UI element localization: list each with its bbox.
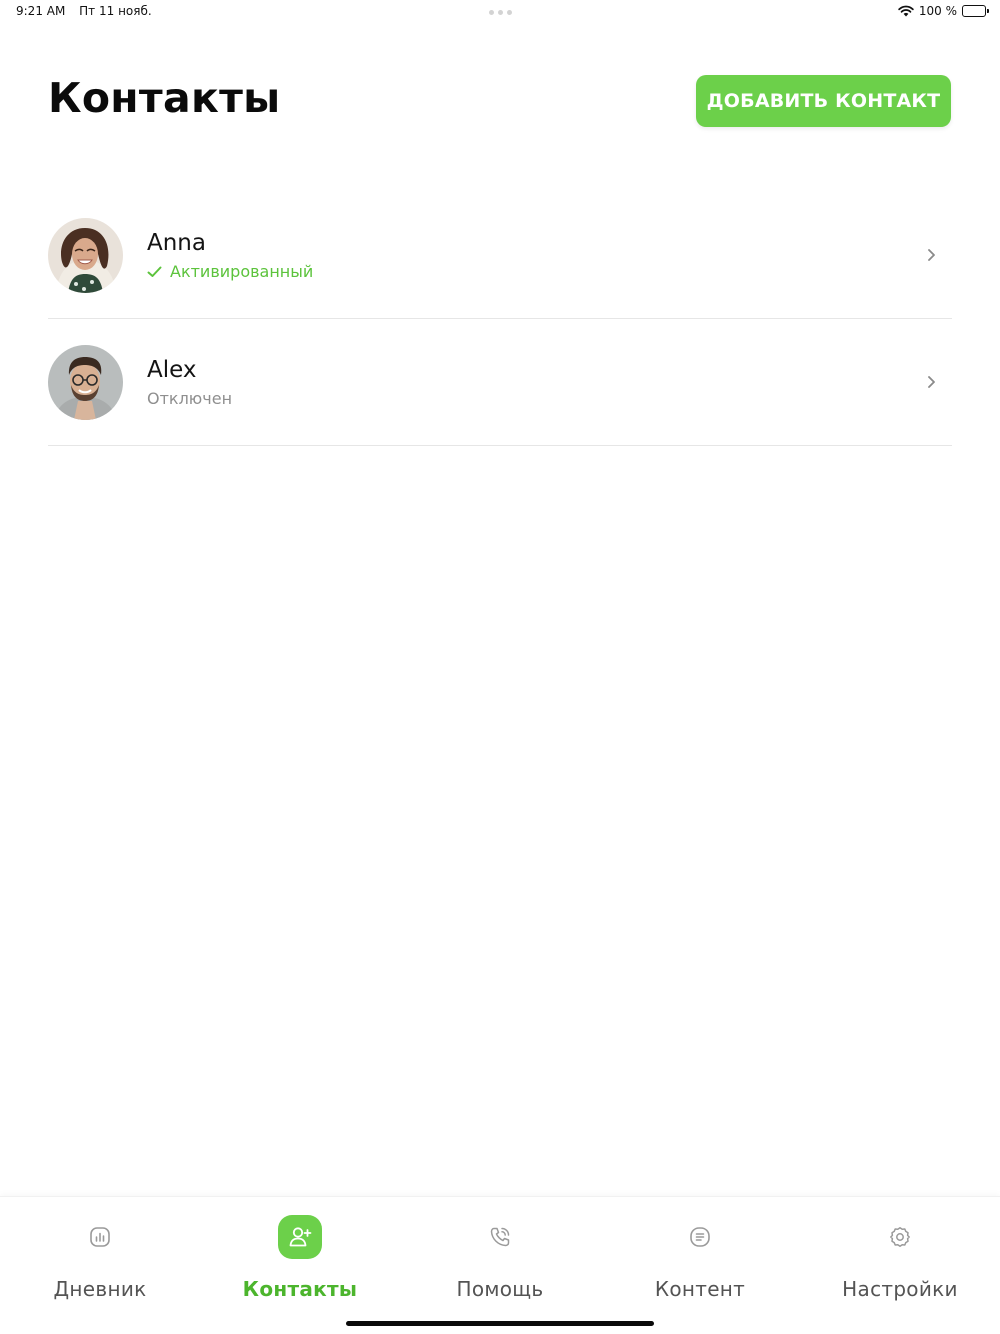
chevron-right-icon: [927, 375, 936, 389]
battery-icon: [962, 5, 989, 17]
tab-settings[interactable]: Настройки: [800, 1215, 1000, 1325]
contact-row-alex[interactable]: Alex Отключен: [48, 319, 952, 446]
home-indicator[interactable]: [346, 1321, 654, 1326]
status-date: Пт 11 нояб.: [79, 4, 152, 18]
tab-label: Дневник: [53, 1277, 147, 1301]
contact-status-text: Активированный: [170, 262, 314, 281]
add-user-icon: [278, 1215, 322, 1259]
avatar-alex: [48, 345, 123, 420]
contact-status: Активированный: [147, 262, 313, 281]
tab-content[interactable]: Контент: [600, 1215, 800, 1325]
chart-icon: [78, 1215, 122, 1259]
page-title: Контакты: [48, 74, 281, 122]
tab-label: Помощь: [456, 1277, 544, 1301]
tab-bar: Дневник Контакты Помощь Контент Настройк…: [0, 1196, 1000, 1334]
contact-row-anna[interactable]: Anna Активированный: [48, 192, 952, 319]
tab-contacts[interactable]: Контакты: [200, 1215, 400, 1325]
contact-status-text: Отключен: [147, 389, 233, 408]
tab-help[interactable]: Помощь: [400, 1215, 600, 1325]
check-icon: [147, 266, 162, 278]
status-bar: 9:21 AM Пт 11 нояб. 100 %: [0, 0, 1000, 24]
battery-percentage: 100 %: [918, 4, 957, 18]
document-icon: [678, 1215, 722, 1259]
add-contact-button[interactable]: ДОБАВИТЬ КОНТАКТ: [696, 75, 951, 127]
avatar-anna: [48, 218, 123, 293]
gear-icon: [878, 1215, 922, 1259]
wifi-icon: [898, 5, 914, 17]
status-indicators: 100 %: [898, 4, 989, 18]
tab-label: Контакты: [242, 1277, 358, 1301]
phone-icon: [478, 1215, 522, 1259]
multitasking-dots-icon[interactable]: [489, 10, 512, 15]
chevron-right-icon: [927, 248, 936, 262]
status-time: 9:21 AM: [16, 4, 66, 18]
contacts-screen: 9:21 AM Пт 11 нояб. 100 % Контакты ДОБАВ…: [0, 0, 1000, 1334]
contact-list: Anna Активированный Alex Отключен: [48, 192, 952, 446]
contact-name: Anna: [147, 230, 206, 256]
contact-name: Alex: [147, 357, 197, 383]
tab-label: Контент: [654, 1277, 746, 1301]
tab-label: Настройки: [842, 1277, 958, 1301]
contact-status: Отключен: [147, 389, 232, 408]
status-time-date: 9:21 AM Пт 11 нояб.: [16, 4, 152, 18]
tab-diary[interactable]: Дневник: [0, 1215, 200, 1325]
